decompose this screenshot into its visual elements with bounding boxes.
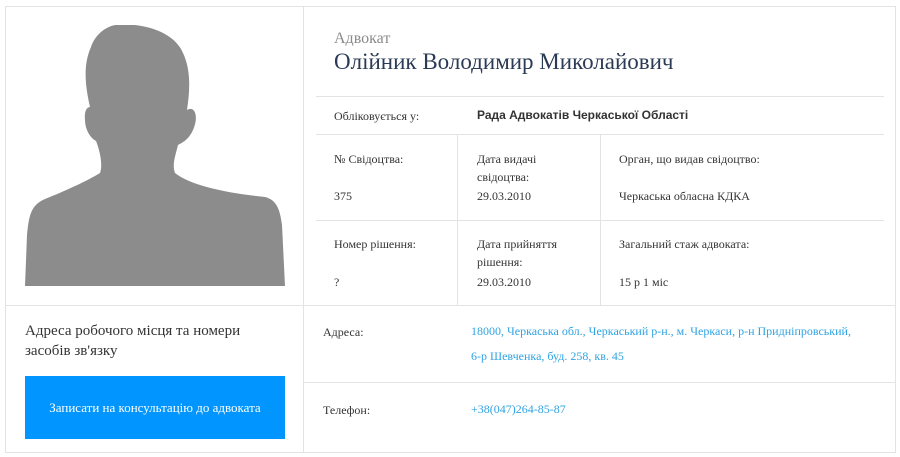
decision-number-label: Номер рішення: [334,237,416,251]
column-divider [303,6,304,453]
divider [304,382,896,383]
contacts-section-title: Адреса робочого місця та номери засобів … [25,323,241,359]
cell-divider [600,135,601,305]
book-consultation-button[interactable]: Записати на консультацію до адвоката [25,376,285,439]
certificate-number-label: № Свідоцтва: [334,152,404,166]
certificate-issuer-value: Черкаська обласна КДКА [619,189,750,203]
certificate-number-value: 375 [334,189,352,203]
address-line-2[interactable]: 6-р Шевченка, буд. 258, кв. 45 [471,344,881,369]
experience-value: 15 р 1 міс [619,275,669,289]
decision-date-label: Дата прийняття рішення: [477,237,557,269]
experience-label: Загальний стаж адвоката: [619,237,750,251]
phone-link[interactable]: +38(047)264-85-87 [471,397,566,422]
divider [6,305,896,306]
decision-number-value: ? [334,275,340,289]
address-line-1[interactable]: 18000, Черкаська обл., Черкаський р-н., … [471,319,881,344]
divider [316,96,884,97]
address-value[interactable]: 18000, Черкаська обл., Черкаський р-н., … [471,319,881,369]
certificate-date-value: 29.03.2010 [477,189,531,203]
person-silhouette-icon [25,24,285,286]
registry-value: Рада Адвокатів Черкаської Області [477,108,689,122]
address-label: Адреса: [323,325,364,339]
certificate-date-label: Дата видачі свідоцтва: [477,152,537,184]
lawyer-name: Олійник Володимир Миколайович [334,49,674,74]
avatar [25,24,285,286]
certificate-issuer-label: Орган, що видав свідоцтво: [619,152,760,166]
cell-divider [457,135,458,305]
phone-label: Телефон: [323,403,371,417]
role-label: Адвокат [334,30,391,47]
decision-date-value: 29.03.2010 [477,275,531,289]
registry-label: Обліковується у: [334,109,420,123]
